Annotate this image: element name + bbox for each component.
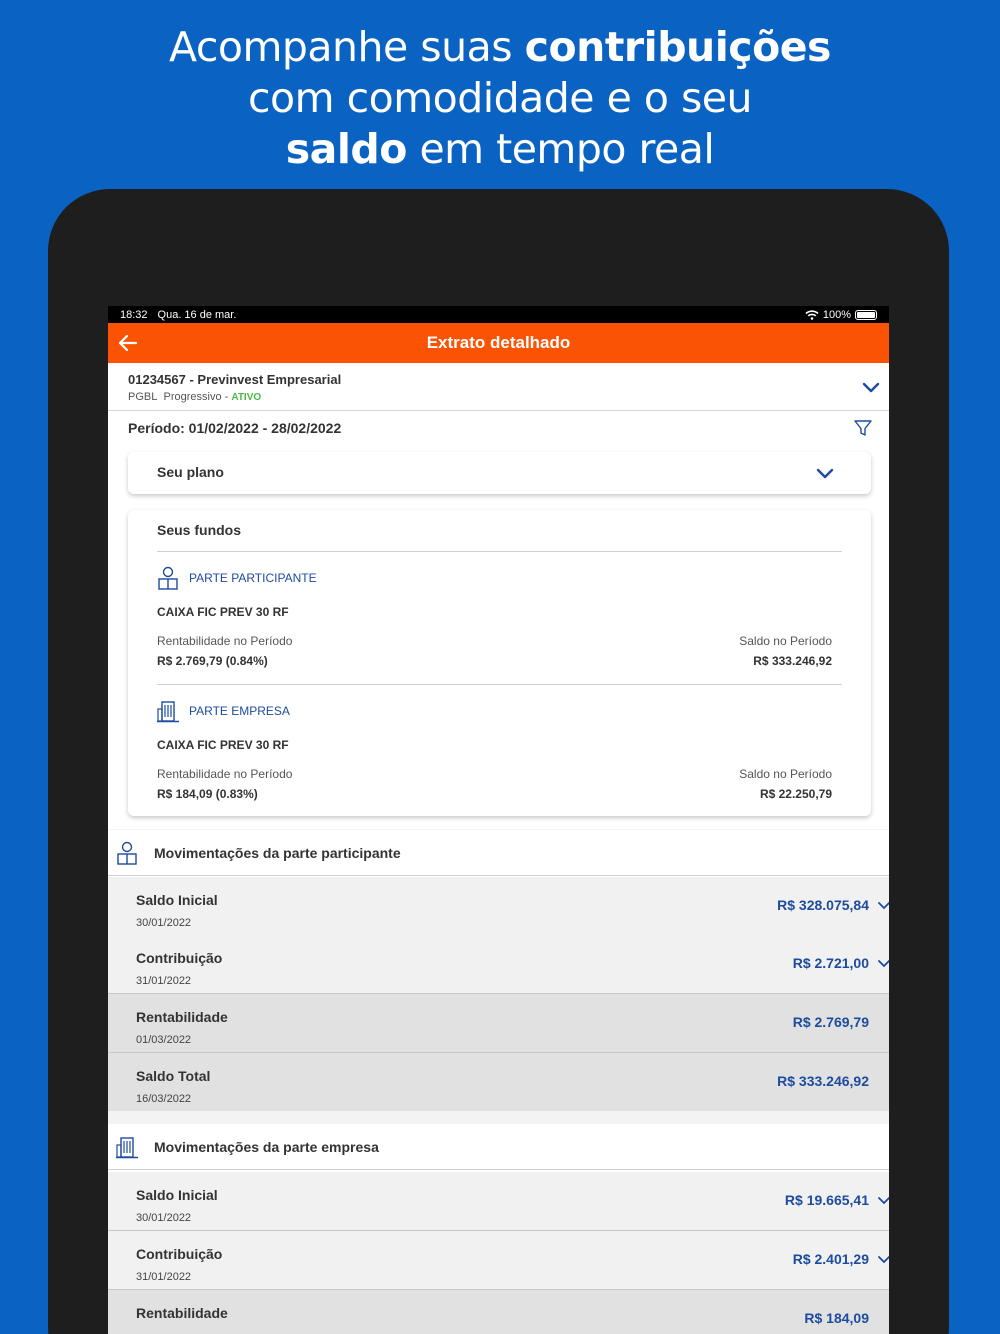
seus-fundos-label: Seus fundos [157,522,842,552]
headline-text: Acompanhe suas [169,23,525,71]
table-row: Saldo Total 16/03/2022 R$ 333.246,92 [108,1053,889,1112]
headline-line2: com comodidade e o seu [247,74,753,122]
headline-text: em tempo real [406,125,715,173]
plan-subtitle: PGBL Progressivo - ATIVO [128,391,869,403]
status-date: Qua. 16 de mar. [157,308,237,321]
building-icon [157,701,179,723]
seu-plano-accordion[interactable]: Seu plano [128,452,871,494]
back-arrow-icon[interactable] [116,331,140,355]
row-title: Contribuição [136,1246,223,1262]
row-date: 01/03/2022 [136,1034,192,1046]
seu-plano-label: Seu plano [157,464,224,480]
row-amount: R$ 184,09 [804,1310,869,1326]
status-time: 18:32 [120,308,148,321]
plan-type: PGBL [128,391,158,403]
saldo-label: Saldo no Período [739,634,832,648]
wifi-icon [805,309,819,320]
rent-value: R$ 2.769,79 (0.84%) [157,654,268,668]
person-icon [158,566,178,590]
table-row: Rentabilidade R$ 184,09 [108,1290,889,1334]
seus-fundos-card: Seus fundos PARTE PARTICIPANTE CAIXA FIC… [128,510,871,816]
chevron-down-icon[interactable] [815,463,835,483]
chevron-down-icon[interactable] [877,899,889,913]
row-title: Saldo Inicial [136,1187,218,1203]
plan-separator: - [221,391,232,403]
rent-label: Rentabilidade no Período [157,634,293,648]
fund-name: CAIXA FIC PREV 30 RF [157,738,289,752]
row-amount: R$ 333.246,92 [777,1073,869,1089]
row-title: Saldo Inicial [136,892,218,908]
status-right: 100% [805,309,877,321]
row-date: 16/03/2022 [136,1093,192,1105]
fund-section-header: PARTE EMPRESA [157,699,290,723]
fund-section-title: PARTE EMPRESA [189,704,290,718]
mov-empresa-header: Movimentações da parte empresa [108,1124,889,1170]
row-date: 31/01/2022 [136,975,192,987]
section-title: Movimentações da parte empresa [154,1138,379,1155]
saldo-value: R$ 22.250,79 [759,787,832,801]
chevron-down-icon[interactable] [877,1194,889,1208]
fund-item: PARTE PARTICIPANTE CAIXA FIC PREV 30 RF … [157,552,842,684]
battery-percent: 100% [822,308,851,321]
table-row[interactable]: Contribuição 31/01/2022 R$ 2.721,00 [108,935,889,994]
rent-label: Rentabilidade no Período [157,767,293,781]
table-row[interactable]: Saldo Inicial 30/01/2022 R$ 19.665,41 [108,1172,889,1231]
app-bar: Extrato detalhado [108,323,889,363]
row-title: Rentabilidade [136,1305,228,1321]
battery-icon [855,309,877,320]
table-row[interactable]: Saldo Inicial 30/01/2022 R$ 328.075,84 [108,877,889,936]
plan-name: 01234567 - Previnvest Empresarial [128,372,342,387]
period-range: Período: 01/02/2022 - 28/02/2022 [128,420,342,436]
chevron-down-icon[interactable] [861,377,881,397]
fund-section-title: PARTE PARTICIPANTE [189,571,317,585]
section-title: Movimentações da parte participante [154,844,401,861]
filter-icon[interactable] [853,418,873,438]
fund-name: CAIXA FIC PREV 30 RF [157,605,289,619]
person-icon [117,841,137,865]
rent-value: R$ 184,09 (0.83%) [157,787,258,801]
mov-participante-header: Movimentações da parte participante [108,830,889,876]
app-screen: 18:32 Qua. 16 de mar. 100% Extrato detal… [108,306,889,1334]
marketing-headline: Acompanhe suas contribuições com comodid… [0,22,1000,175]
row-title: Rentabilidade [136,1009,228,1025]
saldo-label: Saldo no Período [739,767,832,781]
row-date: 31/01/2022 [136,1271,192,1283]
building-icon [116,1136,138,1158]
status-bar: 18:32 Qua. 16 de mar. 100% [108,306,889,323]
plan-selector[interactable]: 01234567 - Previnvest Empresarial PGBL P… [108,363,889,411]
headline-bold: contribuições [524,23,832,71]
saldo-value: R$ 333.246,92 [753,654,832,668]
row-amount: R$ 2.401,29 [792,1251,869,1267]
plan-status-badge: ATIVO [231,392,262,403]
headline-bold: saldo [285,125,408,173]
plan-regime: Progressivo [163,391,222,403]
chevron-down-icon[interactable] [877,1253,889,1267]
page-title: Extrato detalhado [426,333,571,352]
row-date: 30/01/2022 [136,1212,192,1224]
table-row: Rentabilidade 01/03/2022 R$ 2.769,79 [108,994,889,1053]
row-date: 30/01/2022 [136,917,192,929]
fund-item: PARTE EMPRESA CAIXA FIC PREV 30 RF Renta… [157,684,842,816]
chevron-down-icon[interactable] [877,957,889,971]
row-amount: R$ 2.721,00 [792,955,869,971]
row-amount: R$ 328.075,84 [777,897,869,913]
row-amount: R$ 19.665,41 [784,1192,869,1208]
fund-section-header: PARTE PARTICIPANTE [157,566,317,590]
row-amount: R$ 2.769,79 [792,1014,869,1030]
row-title: Contribuição [136,950,223,966]
row-title: Saldo Total [136,1068,211,1084]
table-row[interactable]: Contribuição 31/01/2022 R$ 2.401,29 [108,1231,889,1290]
